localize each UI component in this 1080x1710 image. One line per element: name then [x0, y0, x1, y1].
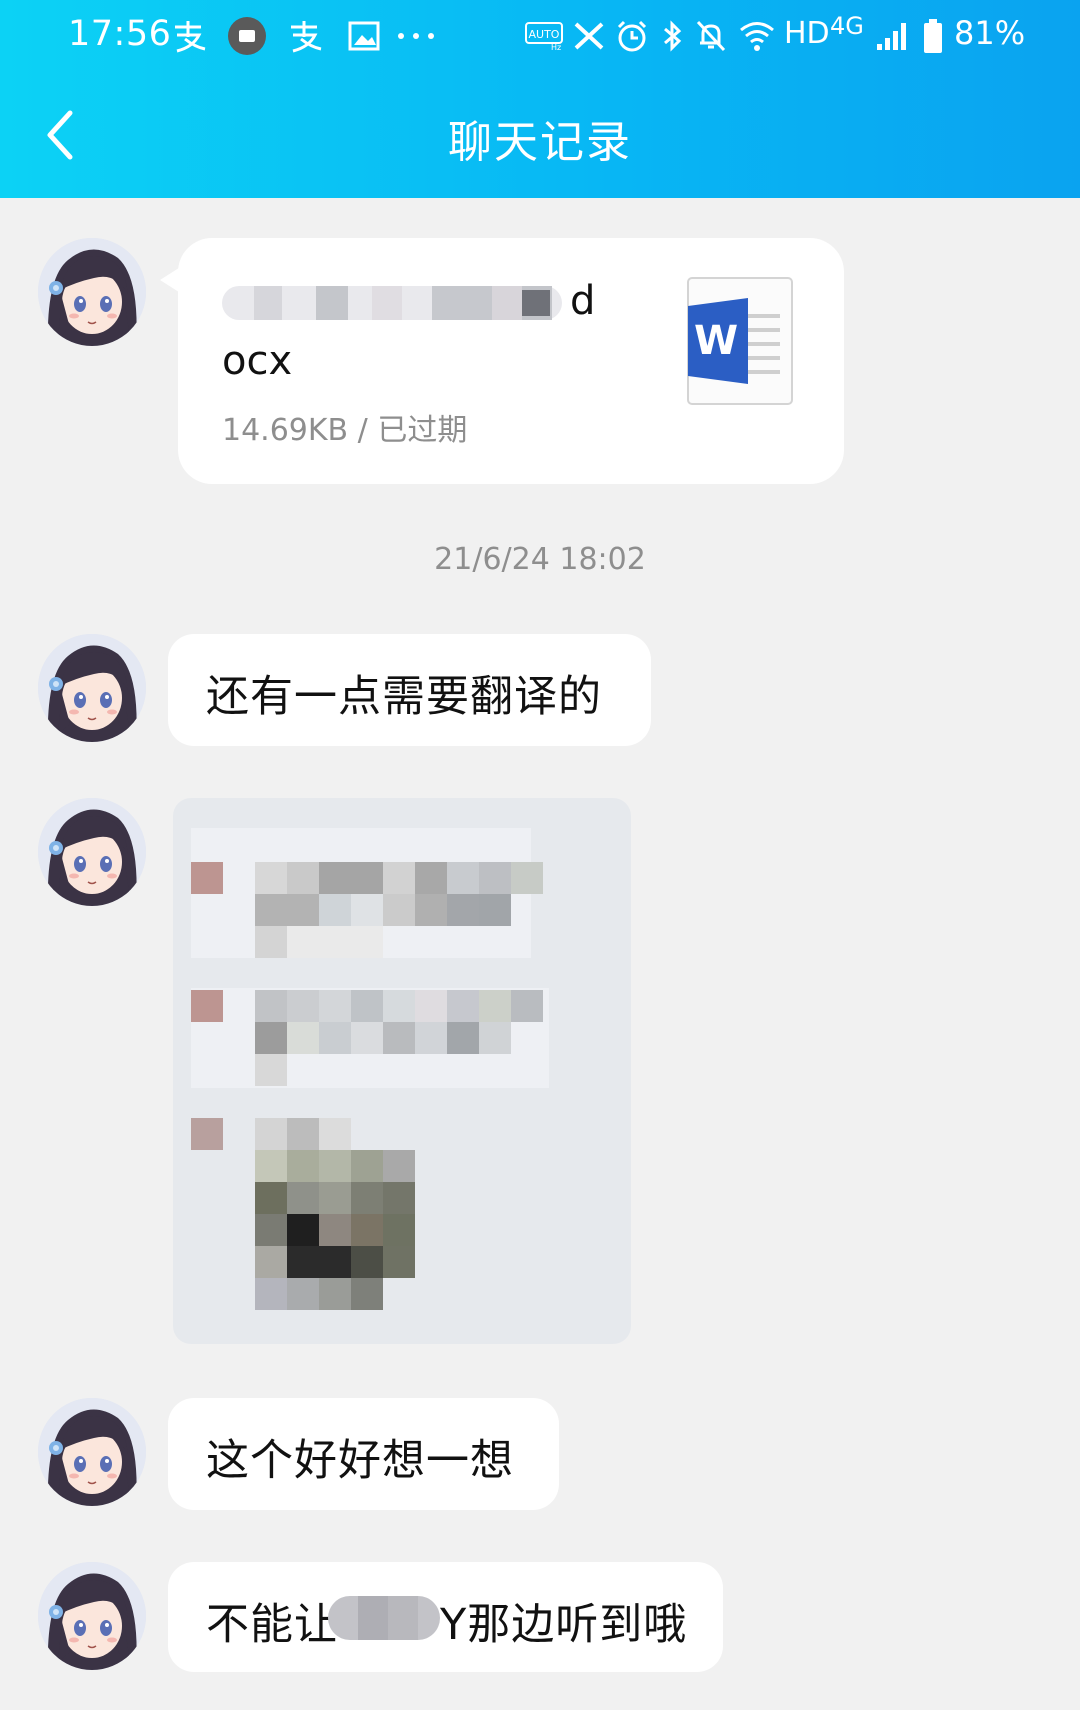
avatar[interactable]	[38, 238, 146, 346]
text-message-bubble[interactable]: 这个好好想一想	[168, 1398, 559, 1510]
message-text: 还有一点需要翻译的	[206, 672, 602, 722]
message-timestamp: 21/6/24 18:02	[434, 542, 646, 577]
alipay-icon	[170, 16, 210, 56]
word-doc-icon: W	[686, 276, 796, 406]
alipay-icon	[286, 16, 326, 56]
message-text-end: Y那边听到哦	[440, 1600, 688, 1650]
battery-icon	[922, 16, 944, 56]
message-text-start: 不能让	[206, 1600, 338, 1650]
avatar[interactable]	[38, 1562, 146, 1670]
auto-hz-icon: AUTO Hz	[524, 16, 564, 56]
message-text: 这个好好想一想	[206, 1436, 514, 1486]
text-message-bubble[interactable]: 还有一点需要翻译的	[168, 634, 651, 746]
file-name-blurred: d	[222, 278, 622, 330]
x-icon	[572, 16, 606, 56]
more-dots-icon	[396, 16, 436, 56]
svg-text:Hz: Hz	[551, 43, 561, 51]
alarm-icon	[614, 16, 650, 56]
wifi-icon	[738, 16, 776, 56]
gallery-icon	[346, 16, 382, 56]
title-bar: 聊天记录	[0, 90, 1080, 180]
file-name-suffix-2: ocx	[222, 338, 293, 384]
notification-icon	[226, 16, 268, 56]
signal-type-label: 4G	[830, 12, 864, 40]
avatar[interactable]	[38, 634, 146, 742]
status-bar: 17:56 AUTO Hz HD 4G 81%	[0, 0, 1080, 80]
svg-text:AUTO: AUTO	[529, 28, 560, 41]
page-title: 聊天记录	[448, 117, 632, 168]
avatar[interactable]	[38, 1398, 146, 1506]
battery-percent: 81%	[954, 14, 1026, 52]
svg-text:W: W	[694, 318, 738, 364]
bluetooth-icon	[660, 16, 686, 56]
file-message-card[interactable]: d ocx 14.69KB / 已过期 W	[178, 238, 844, 484]
file-name-suffix-1: d	[570, 278, 596, 324]
blurred-name	[328, 1596, 440, 1640]
network-label: HD	[784, 16, 830, 51]
status-time: 17:56	[68, 14, 172, 54]
image-message[interactable]	[173, 798, 631, 1344]
text-message-bubble[interactable]: 不能让 Y那边听到哦	[168, 1562, 723, 1672]
signal-icon	[874, 16, 912, 56]
file-meta: 14.69KB / 已过期	[222, 413, 468, 448]
avatar[interactable]	[38, 798, 146, 906]
mute-icon	[694, 16, 728, 56]
app-header: 17:56 AUTO Hz HD 4G 81% 聊天记录	[0, 0, 1080, 198]
